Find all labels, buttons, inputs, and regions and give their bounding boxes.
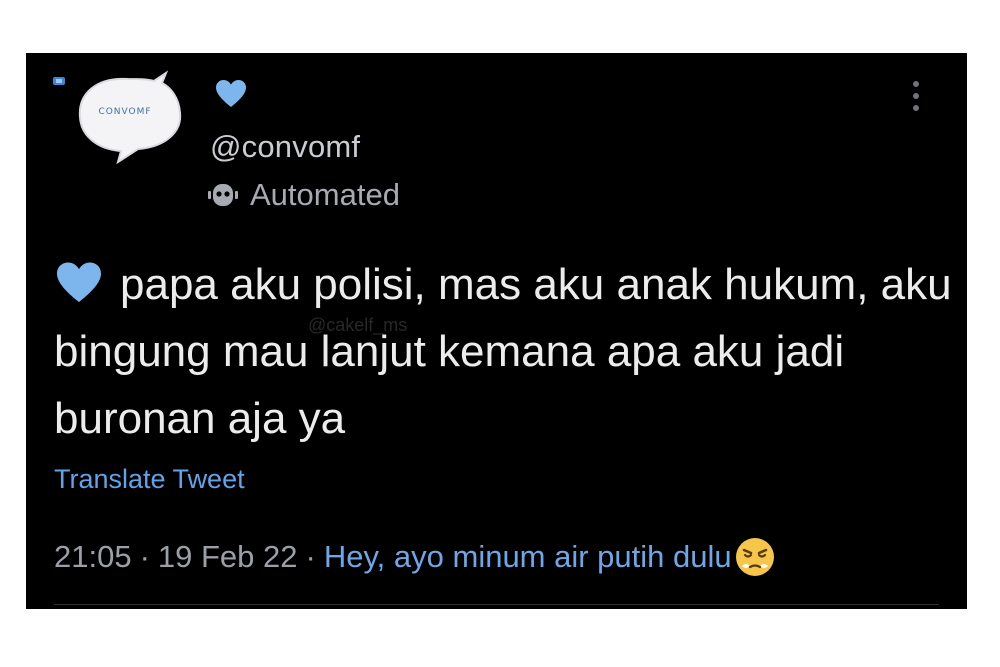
tweet-text: papa aku polisi, mas aku anak hukum, aku…: [54, 260, 952, 443]
tweet-source-link[interactable]: Hey, ayo minum air putih dulu: [324, 539, 732, 575]
angry-face-emoji-icon: [735, 538, 774, 576]
blue-heart-icon: [215, 79, 247, 109]
blue-heart-icon: [57, 262, 101, 303]
tweet-meta: 21:05 · 19 Feb 22 · Hey, ayo minum air p…: [54, 536, 776, 578]
avatar-logo-text: CONVOMF: [98, 107, 152, 117]
automated-badge: Automated: [208, 177, 400, 213]
tweet-time[interactable]: 21:05: [54, 539, 132, 575]
user-handle[interactable]: @convomf: [210, 129, 360, 165]
tweet-text-block: papa aku polisi, mas aku anak hukum, aku…: [54, 251, 954, 452]
divider: [54, 604, 939, 605]
tweet-card: CONVOMF @convomf Automated papa aku poli…: [26, 53, 967, 609]
meta-separator: ·: [139, 539, 150, 574]
robot-icon: [208, 184, 238, 206]
small-badge-icon: [52, 74, 66, 86]
watermark-text: @cakelf_ms: [308, 315, 408, 335]
avatar[interactable]: CONVOMF: [66, 69, 191, 164]
translate-tweet-link[interactable]: Translate Tweet: [54, 464, 245, 495]
meta-separator: ·: [305, 539, 316, 574]
automated-label: Automated: [250, 177, 400, 212]
tweet-date[interactable]: 19 Feb 22: [158, 539, 298, 575]
more-vertical-icon[interactable]: [912, 78, 920, 114]
